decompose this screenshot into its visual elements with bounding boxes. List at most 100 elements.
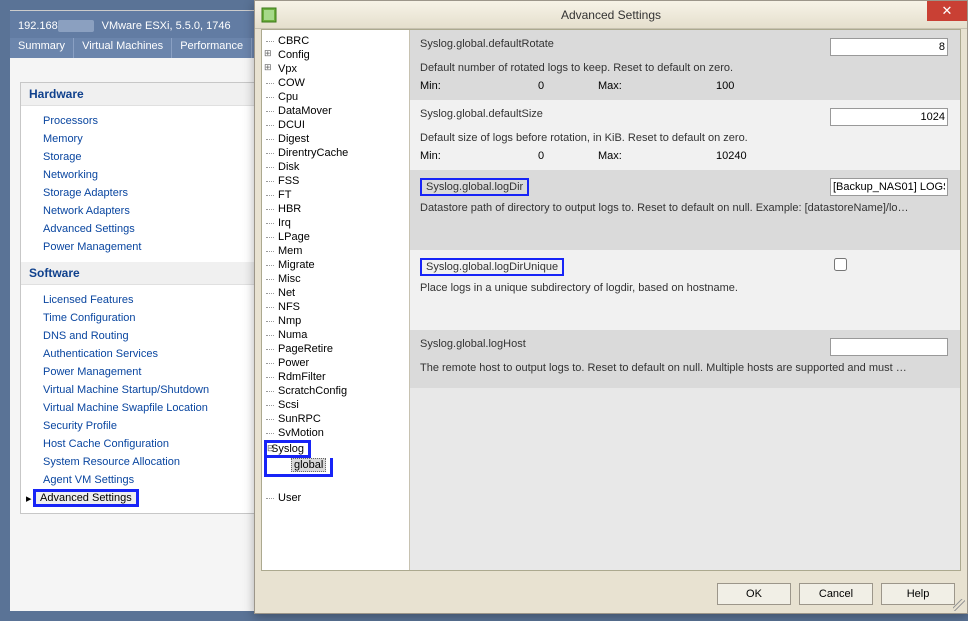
max-val-0: 100 (716, 80, 776, 92)
hardware-header: Hardware (21, 83, 265, 106)
desc-default-size: Default size of logs before rotation, in… (420, 132, 950, 144)
label-default-size: Syslog.global.defaultSize (420, 108, 830, 120)
tree-irq[interactable]: Irq (264, 216, 407, 230)
label-log-host: Syslog.global.logHost (420, 338, 830, 350)
hw-storage[interactable]: Storage (21, 148, 265, 166)
min-label-1: Min: (420, 150, 538, 162)
tab-vm[interactable]: Virtual Machines (74, 38, 172, 58)
input-log-dir[interactable] (830, 178, 948, 196)
max-val-1: 10240 (716, 150, 776, 162)
settings-tree[interactable]: CBRC Config Vpx COW Cpu DataMover DCUI D… (262, 30, 410, 570)
sw-vm-startup[interactable]: Virtual Machine Startup/Shutdown (21, 381, 265, 399)
redacted-ip: xxx (58, 20, 95, 32)
dialog-button-bar: OK Cancel Help (717, 583, 955, 605)
tree-mem[interactable]: Mem (264, 244, 407, 258)
dialog-titlebar[interactable]: Advanced Settings ✕ (255, 1, 967, 29)
tree-global[interactable]: global (291, 458, 326, 472)
desc-log-host: The remote host to output logs to. Reset… (420, 362, 950, 374)
desc-default-rotate: Default number of rotated logs to keep. … (420, 62, 950, 74)
input-log-host[interactable] (830, 338, 948, 356)
tree-numa[interactable]: Numa (264, 328, 407, 342)
tree-config[interactable]: Config (264, 48, 407, 62)
sw-licensed[interactable]: Licensed Features (21, 291, 265, 309)
tree-direntry[interactable]: DirentryCache (264, 146, 407, 160)
sw-vm-swap[interactable]: Virtual Machine Swapfile Location (21, 399, 265, 417)
min-val-1: 0 (538, 150, 598, 162)
advanced-settings-dialog: Advanced Settings ✕ CBRC Config Vpx COW … (254, 0, 968, 614)
tree-rdmfilter[interactable]: RdmFilter (264, 370, 407, 384)
ok-button[interactable]: OK (717, 583, 791, 605)
tree-svmotion[interactable]: SvMotion (264, 426, 407, 440)
tree-scsi[interactable]: Scsi (264, 398, 407, 412)
settings-list: Syslog.global.defaultRotate Default numb… (410, 30, 960, 570)
tree-cow[interactable]: COW (264, 76, 407, 90)
sw-host-cache[interactable]: Host Cache Configuration (21, 435, 265, 453)
close-button[interactable]: ✕ (927, 1, 967, 21)
tree-pageretire[interactable]: PageRetire (264, 342, 407, 356)
tree-hbr[interactable]: HBR (264, 202, 407, 216)
sw-sys-resource[interactable]: System Resource Allocation (21, 453, 265, 471)
tree-user[interactable]: User (264, 491, 407, 505)
hw-storage-adapters[interactable]: Storage Adapters (21, 184, 265, 202)
desc-log-dir: Datastore path of directory to output lo… (420, 202, 950, 214)
tree-migrate[interactable]: Migrate (264, 258, 407, 272)
tree-ft[interactable]: FT (264, 188, 407, 202)
hw-memory[interactable]: Memory (21, 130, 265, 148)
tab-perf[interactable]: Performance (172, 38, 252, 58)
sw-dns[interactable]: DNS and Routing (21, 327, 265, 345)
input-default-size[interactable] (830, 108, 948, 126)
sw-auth[interactable]: Authentication Services (21, 345, 265, 363)
min-val-0: 0 (538, 80, 598, 92)
sw-agent-vm[interactable]: Agent VM Settings (21, 471, 265, 489)
tree-disk[interactable]: Disk (264, 160, 407, 174)
setting-log-dir-unique: Syslog.global.logDirUnique Place logs in… (410, 250, 960, 330)
tree-cpu[interactable]: Cpu (264, 90, 407, 104)
dialog-title: Advanced Settings (561, 8, 661, 22)
help-button[interactable]: Help (881, 583, 955, 605)
sw-time[interactable]: Time Configuration (21, 309, 265, 327)
sw-advanced-settings[interactable]: Advanced Settings (33, 489, 139, 507)
setting-log-dir: Syslog.global.logDir Datastore path of d… (410, 170, 960, 250)
max-label-1: Max: (598, 150, 716, 162)
setting-default-rotate: Syslog.global.defaultRotate Default numb… (410, 30, 960, 100)
hw-power[interactable]: Power Management (21, 238, 265, 256)
hw-network-adapters[interactable]: Network Adapters (21, 202, 265, 220)
min-label-0: Min: (420, 80, 538, 92)
tree-dcui[interactable]: DCUI (264, 118, 407, 132)
tree-nfs[interactable]: NFS (264, 300, 407, 314)
tree-scratch[interactable]: ScratchConfig (264, 384, 407, 398)
label-default-rotate: Syslog.global.defaultRotate (420, 38, 830, 50)
tree-sunrpc[interactable]: SunRPC (264, 412, 407, 426)
tab-summary[interactable]: Summary (10, 38, 74, 58)
checkbox-log-dir-unique[interactable] (834, 258, 847, 271)
tree-nmp[interactable]: Nmp (264, 314, 407, 328)
resize-grip[interactable] (953, 599, 965, 611)
software-header: Software (21, 262, 265, 285)
tree-lpage[interactable]: LPage (264, 230, 407, 244)
tree-datamover[interactable]: DataMover (264, 104, 407, 118)
tree-syslog[interactable]: Syslog (264, 440, 311, 458)
host-version: VMware ESXi, 5.5.0, 1746 (102, 20, 231, 32)
desc-log-dir-unique: Place logs in a unique subdirectory of l… (420, 282, 950, 294)
host-ip: 192.168 (18, 20, 58, 32)
hw-networking[interactable]: Networking (21, 166, 265, 184)
tree-vpx[interactable]: Vpx (264, 62, 407, 76)
tree-digest[interactable]: Digest (264, 132, 407, 146)
vsphere-icon (261, 7, 277, 23)
hardware-panel: Hardware Processors Memory Storage Netwo… (20, 82, 266, 514)
tree-net[interactable]: Net (264, 286, 407, 300)
hw-processors[interactable]: Processors (21, 112, 265, 130)
hw-advanced[interactable]: Advanced Settings (21, 220, 265, 238)
setting-default-size: Syslog.global.defaultSize Default size o… (410, 100, 960, 170)
tree-cbrc[interactable]: CBRC (264, 34, 407, 48)
input-default-rotate[interactable] (830, 38, 948, 56)
tree-misc[interactable]: Misc (264, 272, 407, 286)
label-log-dir: Syslog.global.logDir (420, 178, 529, 196)
sw-security[interactable]: Security Profile (21, 417, 265, 435)
tree-power[interactable]: Power (264, 356, 407, 370)
sw-power[interactable]: Power Management (21, 363, 265, 381)
label-log-dir-unique: Syslog.global.logDirUnique (420, 258, 564, 276)
setting-log-host: Syslog.global.logHost The remote host to… (410, 330, 960, 388)
cancel-button[interactable]: Cancel (799, 583, 873, 605)
tree-fss[interactable]: FSS (264, 174, 407, 188)
